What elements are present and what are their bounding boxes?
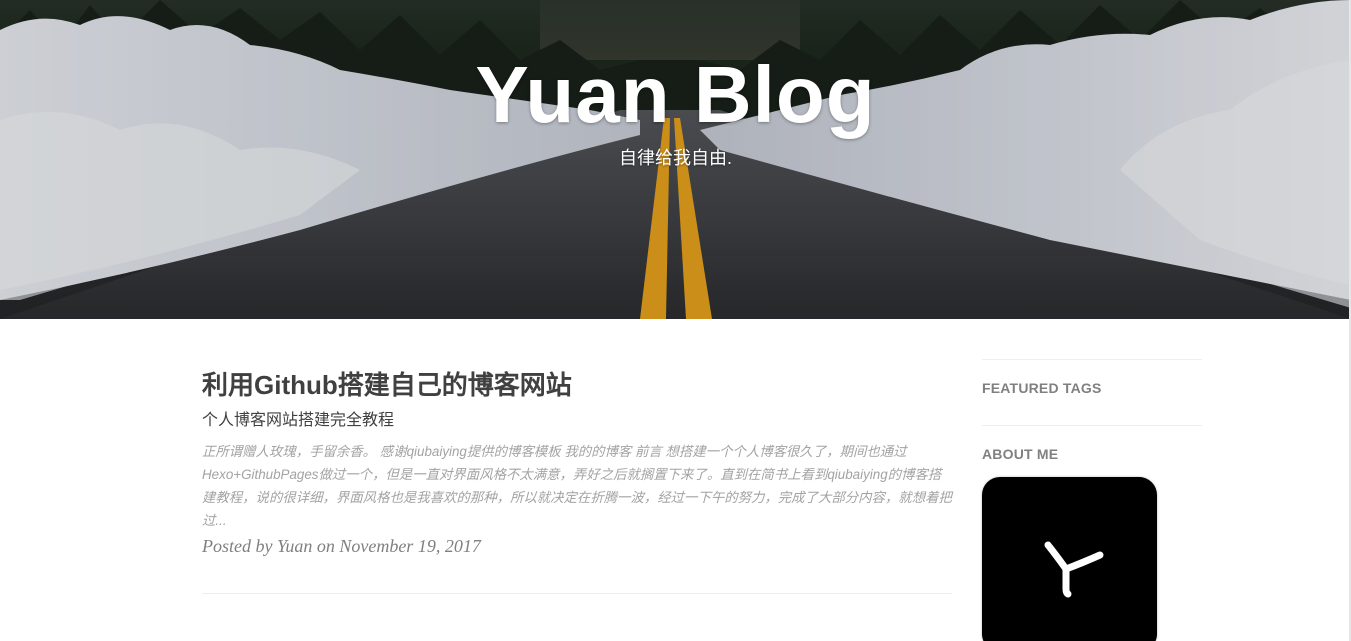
site-header: Yuan Blog 自律给我自由.: [0, 0, 1351, 319]
post-title[interactable]: 利用Github搭建自己的博客网站: [202, 366, 952, 404]
sidebar: FEATURED TAGS ABOUT ME: [982, 359, 1202, 641]
post-excerpt[interactable]: 正所谓赠人玫瑰，手留余香。 感谢qiubaiying提供的博客模板 我的的博客 …: [202, 440, 952, 532]
site-title[interactable]: Yuan Blog: [0, 50, 1351, 140]
about-me-section: ABOUT ME: [982, 426, 1202, 641]
featured-tags-section: FEATURED TAGS: [982, 360, 1202, 425]
featured-tags-heading: FEATURED TAGS: [982, 380, 1102, 396]
post-subtitle[interactable]: 个人博客网站搭建完全教程: [202, 410, 952, 432]
y-logo-icon: [1044, 541, 1104, 598]
post-preview[interactable]: 利用Github搭建自己的博客网站 个人博客网站搭建完全教程 正所谓赠人玫瑰，手…: [202, 366, 952, 558]
post-meta: Posted by Yuan on November 19, 2017: [202, 536, 481, 556]
avatar: [982, 477, 1157, 641]
post-divider: [202, 593, 952, 594]
about-me-heading: ABOUT ME: [982, 446, 1059, 462]
site-subtitle: 自律给我自由.: [618, 148, 732, 168]
